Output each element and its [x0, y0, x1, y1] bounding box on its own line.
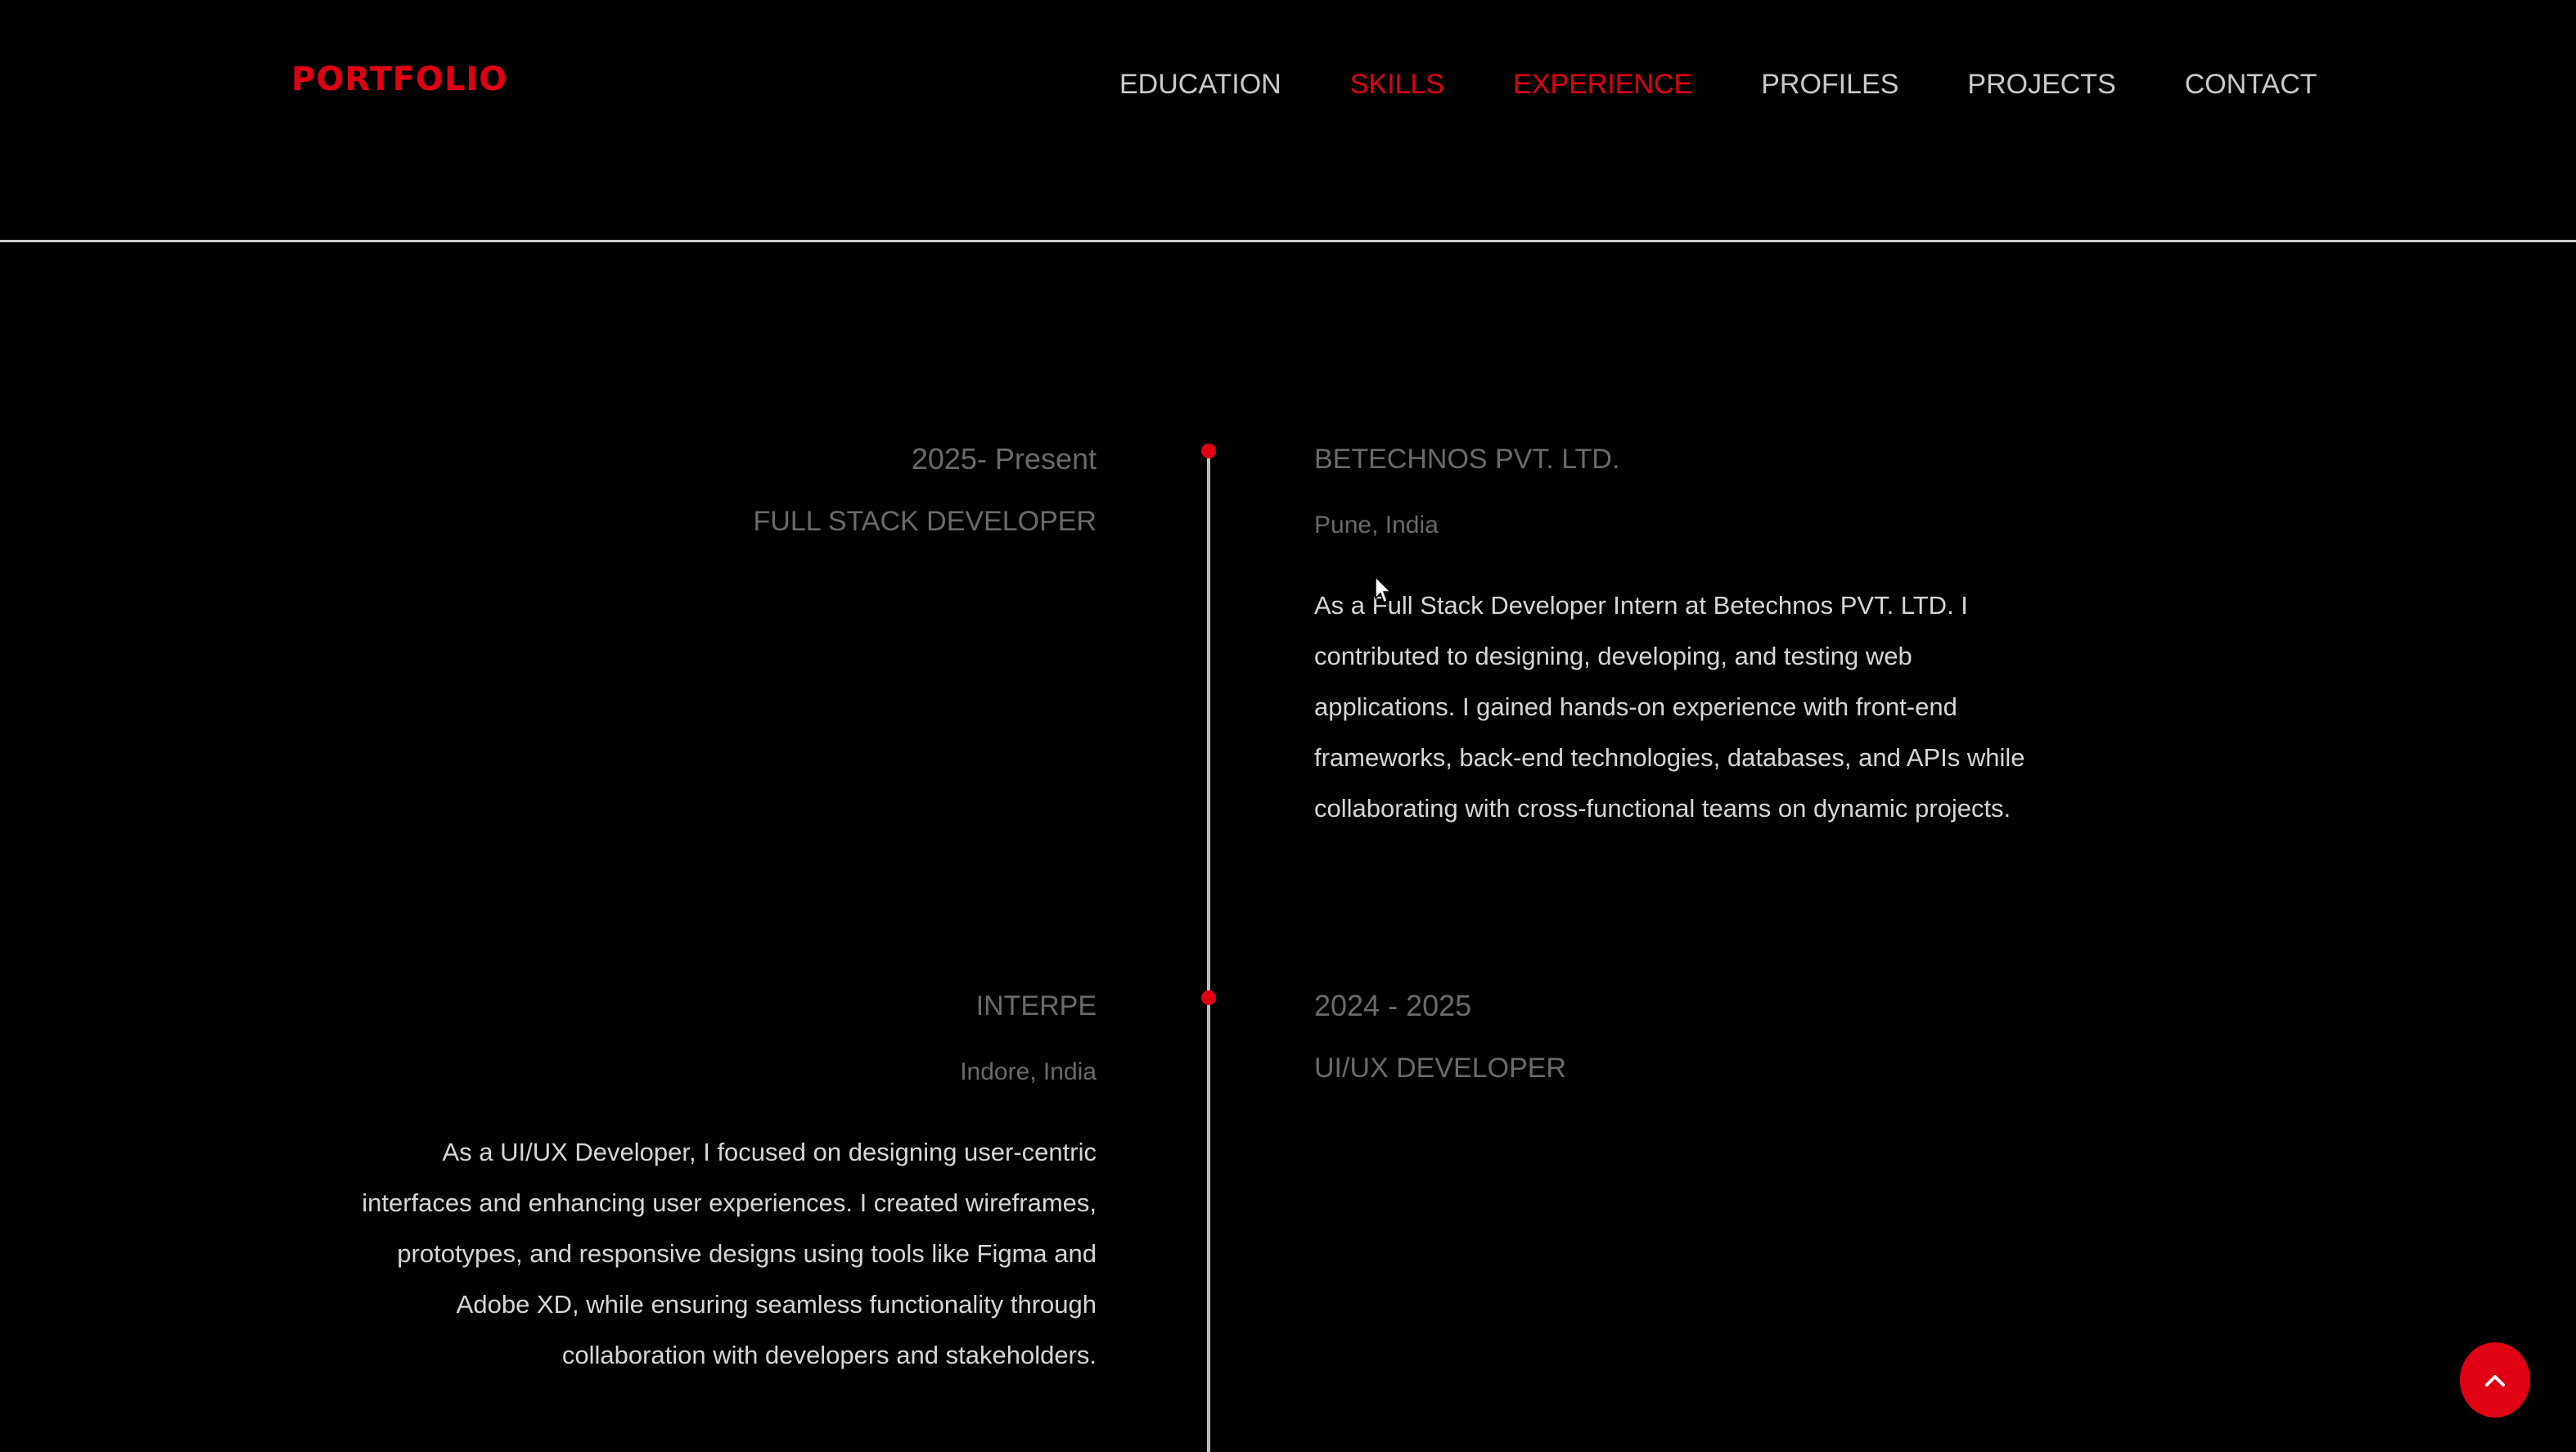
- description-line: collaborating with cross-functional team…: [1314, 794, 2011, 823]
- experience-date: 2025- Present: [911, 442, 1097, 476]
- description-line: applications. I gained hands-on experien…: [1314, 692, 1957, 721]
- nav-contact[interactable]: CONTACT: [2185, 69, 2317, 101]
- experience-entry-2-meta: 2024 - 2025 UI/UX DEVELOPER: [1314, 989, 1566, 1084]
- experience-entry-2-details: INTERPE Indore, India As a UI/UX Develop…: [278, 990, 1097, 1381]
- description-line: As a UI/UX Developer, I focused on desig…: [442, 1138, 1097, 1166]
- site-header: PORTFOLIO EDUCATION SKILLS EXPERIENCE PR…: [0, 0, 2576, 242]
- nav-skills[interactable]: SKILLS: [1350, 69, 1444, 101]
- chevron-up-icon: [2484, 1372, 2506, 1388]
- experience-company: BETECHNOS PVT. LTD.: [1314, 444, 1620, 475]
- description-line: Adobe XD, while ensuring seamless functi…: [456, 1290, 1097, 1319]
- description-line: contributed to designing, developing, an…: [1314, 642, 1912, 670]
- experience-location: Pune, India: [1314, 512, 1439, 539]
- experience-description: As a UI/UX Developer, I focused on desig…: [278, 1127, 1097, 1381]
- back-to-top-button[interactable]: [2460, 1342, 2530, 1418]
- experience-role: FULL STACK DEVELOPER: [753, 506, 1097, 537]
- description-line: prototypes, and responsive designs using…: [397, 1239, 1097, 1268]
- description-line: interfaces and enhancing user experience…: [362, 1188, 1097, 1217]
- description-line: collaboration with developers and stakeh…: [561, 1341, 1097, 1369]
- nav-projects[interactable]: PROJECTS: [1967, 69, 2115, 101]
- experience-role: UI/UX DEVELOPER: [1314, 1053, 1566, 1084]
- experience-entry-1-meta: 2025- Present FULL STACK DEVELOPER: [754, 442, 1097, 538]
- timeline-dot: [1201, 990, 1216, 1005]
- nav-profiles[interactable]: PROFILES: [1761, 69, 1898, 101]
- description-line: frameworks, back-end technologies, datab…: [1314, 743, 2025, 772]
- experience-description: As a Full Stack Developer Intern at Bete…: [1314, 580, 2116, 834]
- experience-date: 2024 - 2025: [1314, 989, 1472, 1022]
- site-logo[interactable]: PORTFOLIO: [291, 61, 507, 98]
- experience-company: INTERPE: [975, 990, 1097, 1021]
- timeline-line: [1207, 452, 1210, 1452]
- nav-experience[interactable]: EXPERIENCE: [1513, 69, 1692, 101]
- timeline-dot: [1201, 444, 1216, 458]
- nav-education[interactable]: EDUCATION: [1119, 69, 1281, 101]
- main-nav: EDUCATION SKILLS EXPERIENCE PROFILES PRO…: [1119, 69, 2317, 101]
- description-line: As a Full Stack Developer Intern at Bete…: [1314, 591, 1968, 620]
- experience-location: Indore, India: [960, 1058, 1097, 1085]
- experience-entry-1-details: BETECHNOS PVT. LTD. Pune, India As a Ful…: [1314, 444, 2116, 834]
- mouse-pointer-icon: [1375, 575, 1393, 608]
- portfolio-page: PORTFOLIO EDUCATION SKILLS EXPERIENCE PR…: [0, 0, 2576, 1452]
